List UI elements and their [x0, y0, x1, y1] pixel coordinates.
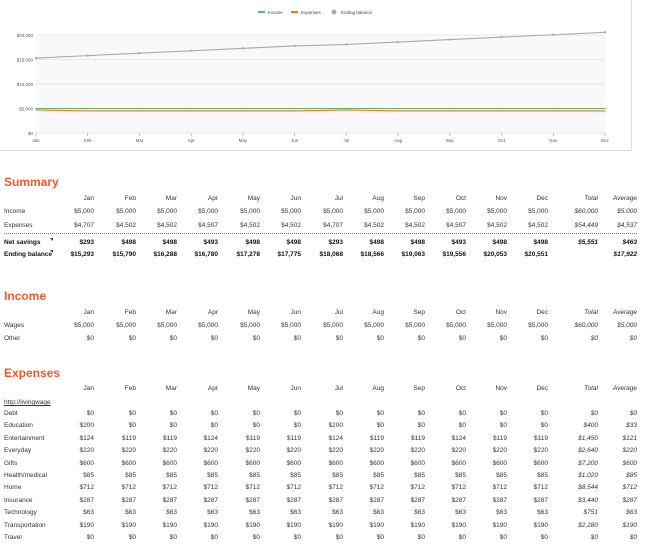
average-value: $190: [622, 521, 637, 529]
average-value: $0: [629, 410, 637, 417]
row-label: Expenses: [4, 222, 33, 229]
row-label: Wages: [4, 322, 24, 329]
table-row: Transportation $190 $190 $190 $190 $190 $190 $1…: [0, 520, 645, 531]
average-value: $0: [629, 335, 637, 342]
average-value: $463: [622, 239, 637, 246]
table-row: Other $0 $0 $0 $0 $0 $0 $0 $0 $0 $0 $0 $0 $0 $0: [0, 333, 645, 344]
average-value: $5,000: [617, 208, 637, 215]
average-header: Average: [612, 195, 637, 202]
living-wage-link[interactable]: http://livingwage: [4, 397, 51, 408]
table-row: Gifts $600 $600 $600 $600 $600 $600 $600 $600 $60…: [0, 458, 645, 469]
dotted-divider: [4, 233, 637, 234]
column-header-row: Jan Feb Mar Apr May Jun Jul Aug Sep Oct Nov Dec Tota…: [0, 383, 645, 394]
average-value: $33: [626, 422, 637, 430]
table-row: Income $5,000 $5,000 $5,000 $5,000 $5,000 $5,0…: [0, 206, 645, 217]
table-row: Technology $63 $63 $63 $63 $63 $63 $63 $63 $63 $63…: [0, 507, 645, 518]
column-header-row: Jan Feb Mar Apr May Jun Jul Aug Sep Oct Nov Dec Tota…: [0, 307, 645, 318]
average-value: $0: [629, 534, 637, 541]
table-row: Expenses $4,707 $4,502 $4,502 $4,507 $4,502 $4…: [0, 220, 645, 231]
budget-chart: $0 $5,000 $10,000 $15,000 $20,000 Jan Feb Mar Ap…: [0, 0, 645, 152]
link-row: http://livingwage: [0, 397, 645, 408]
average-header: Average: [612, 309, 637, 316]
row-label: Everyday: [4, 447, 32, 455]
table-row: Net savings $293 $498 $498 $493 $498 $498 $293 $…: [0, 237, 645, 248]
average-value: $17,922: [613, 251, 638, 258]
row-label: Insurance: [4, 496, 33, 504]
table-row: Entertainment $124 $119 $119 $124 $119 $119 $12…: [0, 433, 645, 444]
average-value: $220: [622, 447, 637, 455]
average-value: $712: [622, 484, 637, 492]
row-label: Gifts: [4, 459, 18, 467]
row-label: Debt: [4, 410, 18, 417]
table-row: Home $712 $712 $712 $712 $712 $712 $712 $712 $712…: [0, 482, 645, 493]
row-label: Education: [4, 422, 33, 430]
table-row: Ending balance $15,293 $15,790 $16,288 $16,7…: [0, 249, 645, 260]
table-row: Health/medical $85 $85 $85 $85 $85 $85 $85 $85 $8…: [0, 470, 645, 481]
income-title: Income: [4, 289, 47, 303]
comment-indicator-icon: [50, 250, 53, 253]
month-value: $20,551: [524, 251, 549, 258]
row-label: Technology: [4, 509, 37, 517]
row-label: Other: [4, 335, 21, 342]
average-value: $5,000: [617, 322, 637, 329]
average-value: $287: [622, 496, 637, 504]
average-value: $63: [626, 509, 637, 517]
table-row: Everyday $220 $220 $220 $220 $220 $220 $220 $220…: [0, 445, 645, 456]
average-value: $600: [622, 459, 637, 467]
table-row: Debt $0 $0 $0 $0 $0 $0 $0 $0 $0 $0 $0 $0 $0 $0: [0, 408, 645, 419]
row-label: Home: [4, 484, 22, 492]
column-header-row: Jan Feb Mar Apr May Jun Jul Aug Sep Oct Nov Dec Tota…: [0, 193, 645, 204]
row-label: Income: [4, 208, 26, 215]
table-row: Travel $0 $0 $0 $0 $0 $0 $0 $0 $0 $0 $0 $0 $0 $0: [0, 532, 645, 543]
comment-indicator-icon: [50, 238, 53, 241]
row-label: Travel: [4, 534, 22, 541]
average-value: $121: [622, 434, 637, 442]
average-value: $4,537: [617, 222, 637, 229]
average-value: $85: [626, 472, 637, 479]
average-header: Average: [612, 385, 637, 392]
table-row: Education $200 $0 $0 $0 $0 $0 $200 $0 $0 $0 $0 $0 $40…: [0, 420, 645, 431]
table-row: Insurance $287 $287 $287 $287 $287 $287 $287 $28…: [0, 495, 645, 506]
expenses-title: Expenses: [4, 366, 61, 380]
chart-frame: [0, 0, 632, 151]
table-row: Wages $5,000 $5,000 $5,000 $5,000 $5,000 $5,00…: [0, 320, 645, 331]
summary-title: Summary: [4, 175, 59, 189]
